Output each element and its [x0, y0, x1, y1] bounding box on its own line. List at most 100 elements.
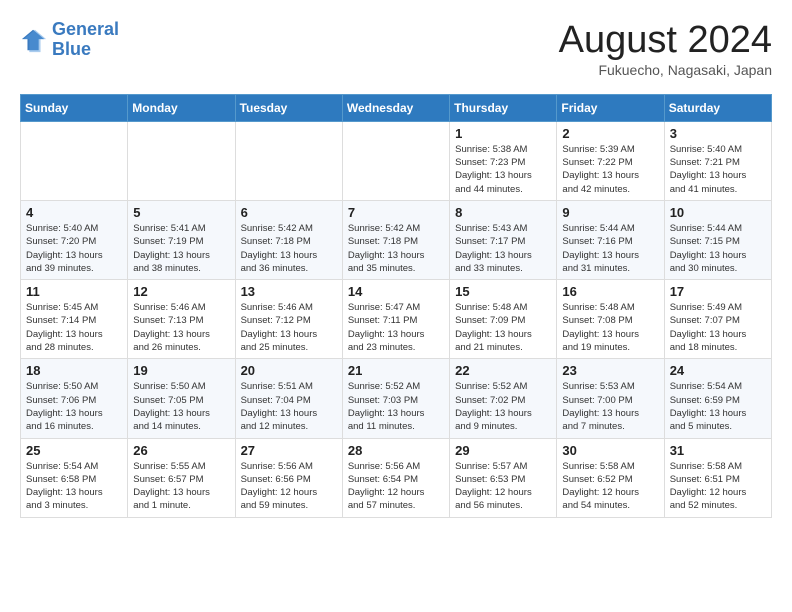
day-info: Sunrise: 5:41 AMSunset: 7:19 PMDaylight:…: [133, 222, 229, 275]
logo-icon: [20, 26, 48, 54]
day-number: 6: [241, 205, 337, 220]
day-info: Sunrise: 5:55 AMSunset: 6:57 PMDaylight:…: [133, 460, 229, 513]
calendar-cell: 31 Sunrise: 5:58 AMSunset: 6:51 PMDayligh…: [664, 438, 771, 517]
location: Fukuecho, Nagasaki, Japan: [559, 62, 772, 78]
day-info: Sunrise: 5:53 AMSunset: 7:00 PMDaylight:…: [562, 380, 658, 433]
day-info: Sunrise: 5:50 AMSunset: 7:06 PMDaylight:…: [26, 380, 122, 433]
weekday-header: Saturday: [664, 94, 771, 121]
calendar-cell: 18 Sunrise: 5:50 AMSunset: 7:06 PMDayligh…: [21, 359, 128, 438]
day-info: Sunrise: 5:58 AMSunset: 6:52 PMDaylight:…: [562, 460, 658, 513]
day-info: Sunrise: 5:49 AMSunset: 7:07 PMDaylight:…: [670, 301, 766, 354]
weekday-header: Sunday: [21, 94, 128, 121]
weekday-header: Wednesday: [342, 94, 449, 121]
calendar-cell: 25 Sunrise: 5:54 AMSunset: 6:58 PMDayligh…: [21, 438, 128, 517]
day-number: 25: [26, 443, 122, 458]
day-number: 11: [26, 284, 122, 299]
day-number: 13: [241, 284, 337, 299]
logo-text: General Blue: [52, 20, 119, 60]
calendar-cell: 2Sunrise: 5:39 AMSunset: 7:22 PMDaylight…: [557, 121, 664, 200]
calendar-cell: 20 Sunrise: 5:51 AMSunset: 7:04 PMDayligh…: [235, 359, 342, 438]
calendar-cell: 7 Sunrise: 5:42 AMSunset: 7:18 PMDaylight…: [342, 200, 449, 279]
day-info: Sunrise: 5:58 AMSunset: 6:51 PMDaylight:…: [670, 460, 766, 513]
calendar-cell: 27Sunrise: 5:56 AMSunset: 6:56 PMDayligh…: [235, 438, 342, 517]
month-title: August 2024: [559, 20, 772, 62]
day-info: Sunrise: 5:48 AMSunset: 7:09 PMDaylight:…: [455, 301, 551, 354]
calendar-cell: 16 Sunrise: 5:48 AMSunset: 7:08 PMDayligh…: [557, 280, 664, 359]
calendar-cell: 29Sunrise: 5:57 AMSunset: 6:53 PMDayligh…: [450, 438, 557, 517]
day-info: Sunrise: 5:43 AMSunset: 7:17 PMDaylight:…: [455, 222, 551, 275]
weekday-header: Friday: [557, 94, 664, 121]
page-header: General Blue August 2024 Fukuecho, Nagas…: [20, 20, 772, 78]
calendar-cell: 23Sunrise: 5:53 AMSunset: 7:00 PMDayligh…: [557, 359, 664, 438]
calendar-cell: 5 Sunrise: 5:41 AMSunset: 7:19 PMDaylight…: [128, 200, 235, 279]
calendar-cell: 12Sunrise: 5:46 AMSunset: 7:13 PMDayligh…: [128, 280, 235, 359]
calendar-cell: 1Sunrise: 5:38 AMSunset: 7:23 PMDaylight…: [450, 121, 557, 200]
day-info: Sunrise: 5:48 AMSunset: 7:08 PMDaylight:…: [562, 301, 658, 354]
day-number: 20: [241, 363, 337, 378]
day-info: Sunrise: 5:54 AMSunset: 6:59 PMDaylight:…: [670, 380, 766, 433]
day-info: Sunrise: 5:52 AMSunset: 7:03 PMDaylight:…: [348, 380, 444, 433]
day-info: Sunrise: 5:44 AMSunset: 7:16 PMDaylight:…: [562, 222, 658, 275]
day-info: Sunrise: 5:45 AMSunset: 7:14 PMDaylight:…: [26, 301, 122, 354]
day-info: Sunrise: 5:51 AMSunset: 7:04 PMDaylight:…: [241, 380, 337, 433]
day-number: 5: [133, 205, 229, 220]
calendar-cell: 24 Sunrise: 5:54 AMSunset: 6:59 PMDayligh…: [664, 359, 771, 438]
weekday-header: Tuesday: [235, 94, 342, 121]
calendar-week-row: 4 Sunrise: 5:40 AMSunset: 7:20 PMDaylight…: [21, 200, 772, 279]
day-number: 8: [455, 205, 551, 220]
calendar-cell: 14Sunrise: 5:47 AMSunset: 7:11 PMDayligh…: [342, 280, 449, 359]
title-block: August 2024 Fukuecho, Nagasaki, Japan: [559, 20, 772, 78]
day-info: Sunrise: 5:42 AMSunset: 7:18 PMDaylight:…: [241, 222, 337, 275]
day-info: Sunrise: 5:39 AMSunset: 7:22 PMDaylight:…: [562, 143, 658, 196]
calendar-cell: 26 Sunrise: 5:55 AMSunset: 6:57 PMDayligh…: [128, 438, 235, 517]
day-info: Sunrise: 5:40 AMSunset: 7:20 PMDaylight:…: [26, 222, 122, 275]
day-info: Sunrise: 5:50 AMSunset: 7:05 PMDaylight:…: [133, 380, 229, 433]
calendar-cell: 8 Sunrise: 5:43 AMSunset: 7:17 PMDaylight…: [450, 200, 557, 279]
day-info: Sunrise: 5:54 AMSunset: 6:58 PMDaylight:…: [26, 460, 122, 513]
calendar-cell: 15Sunrise: 5:48 AMSunset: 7:09 PMDayligh…: [450, 280, 557, 359]
day-number: 18: [26, 363, 122, 378]
day-info: Sunrise: 5:46 AMSunset: 7:13 PMDaylight:…: [133, 301, 229, 354]
day-number: 14: [348, 284, 444, 299]
calendar-week-row: 25 Sunrise: 5:54 AMSunset: 6:58 PMDayligh…: [21, 438, 772, 517]
day-info: Sunrise: 5:42 AMSunset: 7:18 PMDaylight:…: [348, 222, 444, 275]
calendar-cell: [128, 121, 235, 200]
day-number: 7: [348, 205, 444, 220]
day-info: Sunrise: 5:56 AMSunset: 6:56 PMDaylight:…: [241, 460, 337, 513]
calendar-cell: 30 Sunrise: 5:58 AMSunset: 6:52 PMDayligh…: [557, 438, 664, 517]
day-number: 9: [562, 205, 658, 220]
day-info: Sunrise: 5:44 AMSunset: 7:15 PMDaylight:…: [670, 222, 766, 275]
day-info: Sunrise: 5:40 AMSunset: 7:21 PMDaylight:…: [670, 143, 766, 196]
day-number: 24: [670, 363, 766, 378]
calendar-cell: 3Sunrise: 5:40 AMSunset: 7:21 PMDaylight…: [664, 121, 771, 200]
calendar-week-row: 1Sunrise: 5:38 AMSunset: 7:23 PMDaylight…: [21, 121, 772, 200]
calendar-cell: 6 Sunrise: 5:42 AMSunset: 7:18 PMDaylight…: [235, 200, 342, 279]
calendar-table: SundayMondayTuesdayWednesdayThursdayFrid…: [20, 94, 772, 518]
calendar-week-row: 18 Sunrise: 5:50 AMSunset: 7:06 PMDayligh…: [21, 359, 772, 438]
day-number: 26: [133, 443, 229, 458]
calendar-cell: 22Sunrise: 5:52 AMSunset: 7:02 PMDayligh…: [450, 359, 557, 438]
day-number: 22: [455, 363, 551, 378]
day-number: 29: [455, 443, 551, 458]
weekday-header-row: SundayMondayTuesdayWednesdayThursdayFrid…: [21, 94, 772, 121]
logo: General Blue: [20, 20, 119, 60]
day-number: 16: [562, 284, 658, 299]
calendar-cell: 11 Sunrise: 5:45 AMSunset: 7:14 PMDayligh…: [21, 280, 128, 359]
weekday-header: Thursday: [450, 94, 557, 121]
logo-line2: Blue: [52, 39, 91, 59]
day-number: 30: [562, 443, 658, 458]
calendar-cell: 13Sunrise: 5:46 AMSunset: 7:12 PMDayligh…: [235, 280, 342, 359]
day-number: 1: [455, 126, 551, 141]
calendar-cell: 19Sunrise: 5:50 AMSunset: 7:05 PMDayligh…: [128, 359, 235, 438]
logo-line1: General: [52, 19, 119, 39]
day-number: 17: [670, 284, 766, 299]
weekday-header: Monday: [128, 94, 235, 121]
calendar-cell: 10 Sunrise: 5:44 AMSunset: 7:15 PMDayligh…: [664, 200, 771, 279]
calendar-cell: [235, 121, 342, 200]
day-number: 31: [670, 443, 766, 458]
day-number: 4: [26, 205, 122, 220]
calendar-cell: [342, 121, 449, 200]
day-number: 10: [670, 205, 766, 220]
calendar-cell: [21, 121, 128, 200]
calendar-cell: 4 Sunrise: 5:40 AMSunset: 7:20 PMDaylight…: [21, 200, 128, 279]
